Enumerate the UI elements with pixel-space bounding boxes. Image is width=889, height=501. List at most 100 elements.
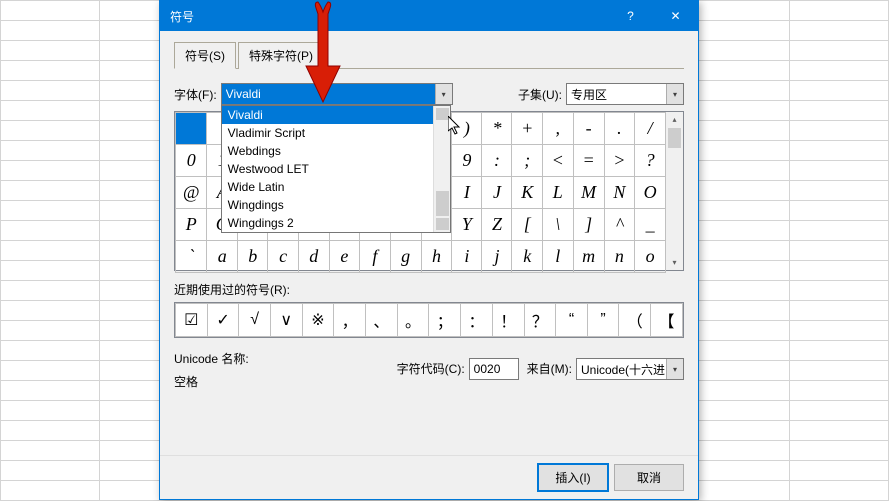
unicode-name-value: 空格	[174, 373, 249, 390]
symbol-grid-scrollbar[interactable]: ▴ ▾	[666, 112, 683, 270]
symbol-cell[interactable]: J	[482, 177, 512, 209]
recent-symbol-cell[interactable]: ※	[302, 304, 334, 337]
symbol-cell[interactable]: /	[635, 113, 666, 145]
dropdown-scrollbar[interactable]	[433, 106, 450, 232]
symbol-cell[interactable]: L	[543, 177, 574, 209]
recent-symbol-cell[interactable]: ！	[492, 304, 524, 337]
recent-symbol-cell[interactable]: （	[619, 304, 651, 337]
font-option[interactable]: Wide Latin	[222, 178, 450, 196]
symbol-cell[interactable]: N	[604, 177, 635, 209]
symbol-cell[interactable]: ^	[604, 209, 635, 241]
scroll-thumb[interactable]	[668, 128, 681, 148]
subset-dropdown-button[interactable]: ▾	[666, 84, 683, 104]
symbol-cell[interactable]: >	[604, 145, 635, 177]
font-option[interactable]: Westwood LET	[222, 160, 450, 178]
symbol-cell[interactable]: Z	[482, 209, 512, 241]
symbol-cell[interactable]: <	[543, 145, 574, 177]
symbol-cell[interactable]: l	[543, 241, 574, 273]
subset-combobox[interactable]: ▾	[566, 83, 684, 105]
symbol-cell[interactable]: \	[543, 209, 574, 241]
symbol-cell[interactable]: ,	[543, 113, 574, 145]
recent-symbol-cell[interactable]: 【	[651, 304, 683, 337]
font-combobox[interactable]: ▾ Vivaldi Vladimir Script Webdings Westw…	[221, 83, 453, 105]
symbol-cell[interactable]: [	[512, 209, 543, 241]
recent-symbols[interactable]: ☑✓√∨※，、。；：！？“”（【	[174, 302, 684, 338]
tab-symbols[interactable]: 符号(S)	[174, 42, 236, 69]
symbol-cell[interactable]: 0	[176, 145, 207, 177]
symbol-cell[interactable]: b	[238, 241, 268, 273]
symbol-cell[interactable]: M	[573, 177, 604, 209]
recent-symbol-cell[interactable]: ☑	[176, 304, 208, 337]
symbol-cell[interactable]: P	[176, 209, 207, 241]
symbol-cell[interactable]: n	[604, 241, 635, 273]
symbol-cell[interactable]: K	[512, 177, 543, 209]
help-button[interactable]: ?	[608, 1, 653, 31]
dialog-title: 符号	[170, 8, 608, 25]
recent-symbol-cell[interactable]: ”	[587, 304, 619, 337]
tab-special-chars[interactable]: 特殊字符(P)	[238, 42, 324, 69]
symbol-cell[interactable]: 9	[452, 145, 482, 177]
symbol-cell[interactable]: c	[268, 241, 298, 273]
symbol-cell[interactable]: -	[573, 113, 604, 145]
recent-symbol-cell[interactable]: “	[556, 304, 588, 337]
symbol-cell[interactable]: i	[452, 241, 482, 273]
recent-symbol-cell[interactable]: 。	[397, 304, 429, 337]
symbol-cell[interactable]: j	[482, 241, 512, 273]
font-option[interactable]: Vivaldi	[222, 106, 450, 124]
insert-button[interactable]: 插入(I)	[538, 464, 608, 491]
symbol-cell[interactable]: f	[360, 241, 390, 273]
scroll-down-icon[interactable]: ▾	[666, 255, 683, 270]
font-option[interactable]: Wingdings	[222, 196, 450, 214]
symbol-cell[interactable]: _	[635, 209, 666, 241]
font-dropdown-button[interactable]: ▾	[435, 84, 452, 104]
scroll-up-icon[interactable]: ▴	[666, 112, 683, 127]
symbol-cell[interactable]: k	[512, 241, 543, 273]
symbol-cell[interactable]: a	[207, 241, 238, 273]
symbol-cell[interactable]: d	[298, 241, 329, 273]
font-option[interactable]: Webdings	[222, 142, 450, 160]
symbol-cell[interactable]: .	[604, 113, 635, 145]
symbol-cell[interactable]: ;	[512, 145, 543, 177]
recent-symbol-cell[interactable]: ，	[334, 304, 366, 337]
symbol-cell[interactable]: )	[452, 113, 482, 145]
symbol-cell[interactable]: O	[635, 177, 666, 209]
symbol-dialog: 符号 ? ✕ 符号(S) 特殊字符(P) 字体(F): ▾ Vivaldi Vl…	[159, 0, 699, 500]
font-dropdown-list[interactable]: Vivaldi Vladimir Script Webdings Westwoo…	[221, 105, 451, 233]
symbol-cell[interactable]: m	[573, 241, 604, 273]
symbol-cell[interactable]	[176, 113, 207, 145]
char-code-input[interactable]	[469, 358, 519, 380]
recent-symbol-cell[interactable]: √	[239, 304, 271, 337]
close-button[interactable]: ✕	[653, 1, 698, 31]
from-combobox[interactable]: ▾	[576, 358, 684, 380]
from-dropdown-button[interactable]: ▾	[666, 359, 683, 379]
recent-symbol-cell[interactable]: ：	[461, 304, 493, 337]
cancel-button[interactable]: 取消	[614, 464, 684, 491]
symbol-cell[interactable]: g	[390, 241, 421, 273]
recent-symbol-cell[interactable]: ✓	[207, 304, 239, 337]
recent-symbol-cell[interactable]: ∨	[270, 304, 302, 337]
recent-symbol-cell[interactable]: ？	[524, 304, 556, 337]
font-input[interactable]	[221, 83, 453, 105]
recent-symbol-cell[interactable]: ；	[429, 304, 461, 337]
symbol-cell[interactable]: ]	[573, 209, 604, 241]
chevron-down-icon: ▾	[673, 365, 677, 374]
symbol-cell[interactable]: I	[452, 177, 482, 209]
symbol-cell[interactable]: ?	[635, 145, 666, 177]
symbol-cell[interactable]: Y	[452, 209, 482, 241]
symbol-cell[interactable]: *	[482, 113, 512, 145]
symbol-cell[interactable]: `	[176, 241, 207, 273]
font-label: 字体(F):	[174, 86, 217, 103]
symbol-cell[interactable]: o	[635, 241, 666, 273]
symbol-cell[interactable]: =	[573, 145, 604, 177]
symbol-cell[interactable]: +	[512, 113, 543, 145]
symbol-cell[interactable]: @	[176, 177, 207, 209]
unicode-name-label: Unicode 名称:	[174, 350, 249, 367]
titlebar[interactable]: 符号 ? ✕	[160, 1, 698, 31]
symbol-cell[interactable]: h	[421, 241, 452, 273]
recent-symbol-cell[interactable]: 、	[365, 304, 397, 337]
font-option[interactable]: Wingdings 2	[222, 214, 450, 232]
symbol-cell[interactable]: e	[329, 241, 360, 273]
font-option[interactable]: Vladimir Script	[222, 124, 450, 142]
symbol-cell[interactable]: :	[482, 145, 512, 177]
scroll-thumb[interactable]	[436, 191, 449, 216]
